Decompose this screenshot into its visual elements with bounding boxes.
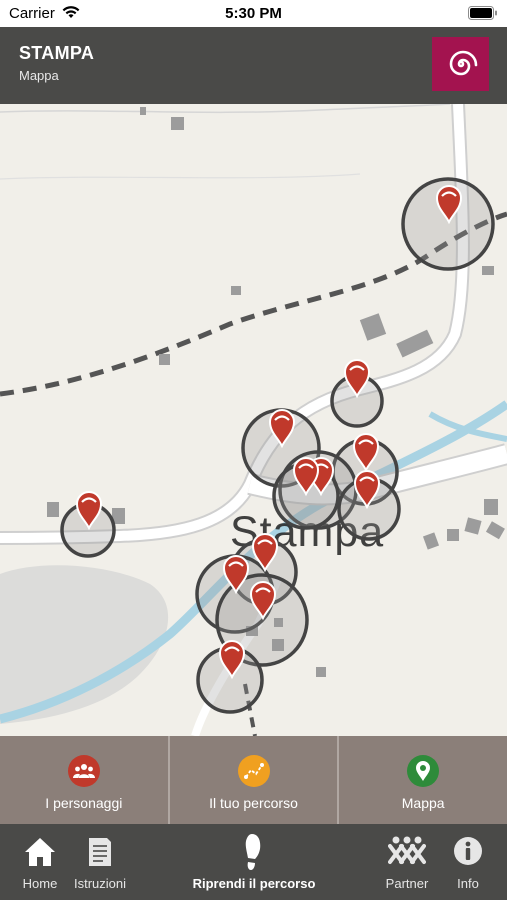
people-icon [67, 755, 100, 787]
tab-personaggi[interactable]: I personaggi [0, 736, 170, 824]
battery-icon [468, 6, 497, 20]
nav-partner[interactable]: Partner [378, 824, 436, 900]
status-bar: Carrier 5:30 PM [0, 0, 507, 27]
nav-label: Info [457, 876, 479, 891]
status-time: 5:30 PM [225, 5, 282, 22]
feature-tabs: I personaggi Il tuo percorso Mappa [0, 736, 507, 824]
tab-label: Il tuo percorso [209, 795, 298, 811]
spiral-logo-icon[interactable] [432, 37, 489, 91]
nav-istruzioni[interactable]: Istruzioni [66, 824, 134, 900]
footprint-icon [245, 834, 261, 870]
tab-label: Mappa [401, 795, 445, 811]
nav-label: Home [22, 876, 58, 891]
document-icon [89, 838, 111, 866]
nav-home[interactable]: Home [14, 824, 66, 900]
tab-label: I personaggi [45, 795, 123, 811]
map-pin-icon [407, 755, 440, 787]
home-icon [25, 838, 55, 866]
route-icon [237, 755, 270, 787]
nav-label: Istruzioni [73, 876, 127, 891]
page-title: STAMPA [19, 43, 95, 63]
map-view[interactable]: Stampa [0, 104, 507, 736]
tab-mappa[interactable]: Mappa [339, 736, 507, 824]
bottom-nav: Home Istruzioni Riprendi il percorso Par… [0, 824, 507, 900]
nav-riprendi-percorso[interactable]: Riprendi il percorso [178, 824, 330, 900]
nav-label: Riprendi il percorso [192, 876, 316, 891]
app-header: STAMPA Mappa [0, 27, 507, 104]
nav-label: Partner [385, 876, 429, 891]
tab-percorso[interactable]: Il tuo percorso [170, 736, 340, 824]
page-subtitle: Mappa [19, 68, 59, 83]
partner-icon [388, 836, 426, 864]
map-markers [60, 177, 495, 714]
nav-info[interactable]: Info [446, 824, 490, 900]
info-icon [454, 837, 482, 865]
